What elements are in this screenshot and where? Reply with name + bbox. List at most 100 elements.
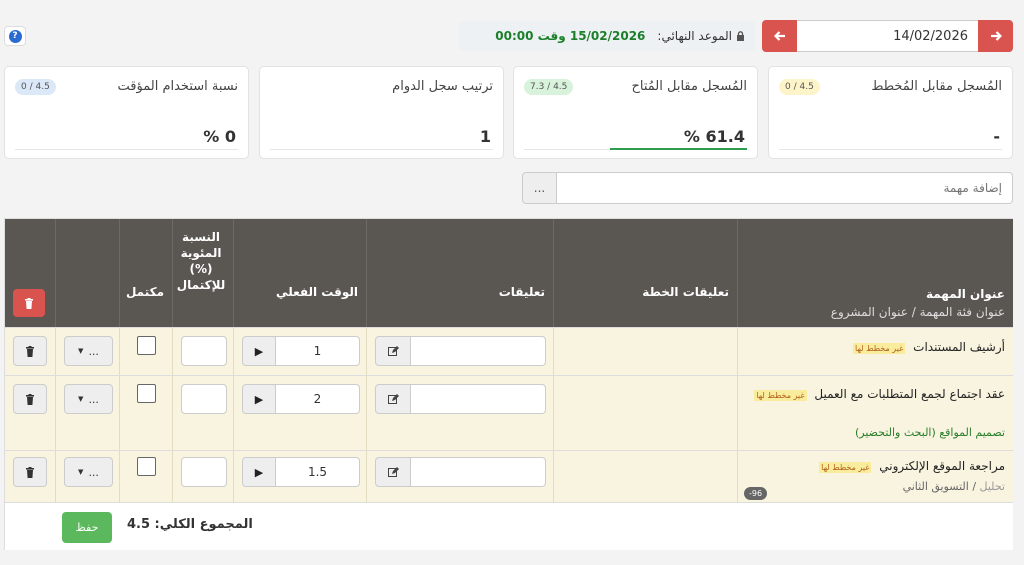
timer-field: ▶ 1.5 [242,457,360,487]
cell-task: أرشيف المستندات غير مخطط لها [737,328,1013,375]
table-row: أرشيف المستندات غير مخطط لها ▶ 1 ▼ ... [5,327,1013,375]
task-count-pill: -96 [744,487,768,500]
cell-percent [172,376,233,450]
arrow-right-icon [990,31,1002,41]
deadline-label: الموعد النهائي: [657,29,745,43]
add-task-input[interactable] [557,172,1013,204]
delete-row-button[interactable] [13,336,47,366]
dropdown-label: ... [88,392,99,406]
card-value: 0 % [203,127,236,146]
row-actions-dropdown[interactable]: ▼ ... [64,336,113,366]
deadline-label-text: الموعد النهائي: [657,29,732,43]
card-badge: 0 / 4.5 [15,79,56,95]
percent-input[interactable] [181,336,227,366]
caret-down-icon: ▼ [78,395,84,403]
row-actions-dropdown[interactable]: ▼ ... [64,384,113,414]
unplanned-tag: غير مخطط لها [754,390,807,401]
header-task-project: عنوان المشروع [830,305,908,319]
cell-notes [366,376,553,450]
play-timer-button[interactable]: ▶ [242,384,276,414]
task-title: عقد اجتماع لجمع المتطلبات مع العميل غير … [749,384,1005,406]
table-header: عنوان المهمة عنوان فئة المهمة / عنوان ال… [5,219,1013,327]
card-divider [779,149,1002,150]
row-actions-dropdown[interactable]: ▼ ... [64,457,113,487]
percent-input[interactable] [181,457,227,487]
date-field[interactable]: 14/02/2026 [797,20,978,52]
trash-icon [26,345,34,357]
next-day-button[interactable] [978,20,1013,52]
add-task-more-button[interactable]: ... [522,172,557,204]
cell-actual-time: ▶ 2 [233,376,366,450]
add-task-bar: ... [522,172,1013,204]
edit-note-button[interactable] [375,384,411,414]
card-value: 1 [479,127,491,146]
cell-actions: ▼ ... [55,451,119,502]
edit-icon [387,466,399,477]
done-checkbox[interactable] [137,457,156,476]
dropdown-label: ... [88,344,99,358]
task-project: التسويق الثاني [902,480,969,493]
deadline-banner: الموعد النهائي: 15/02/2026 وقت 00:00 [459,21,755,51]
cell-notes [366,328,553,375]
done-checkbox[interactable] [137,336,156,355]
card-title: نسبة استخدام المؤقت [117,79,238,94]
task-category: تصميم المواقع (البحث والتحضير) [855,426,1005,439]
header-task-title: عنوان المهمة [925,287,1005,301]
cell-notes [366,451,553,502]
edit-icon [387,393,399,404]
header-delete [5,219,55,327]
done-checkbox[interactable] [137,384,156,403]
cell-done [119,376,172,450]
header-percent-label: النسبة المئوية (%) للإكتمال [176,230,226,292]
timer-field: ▶ 2 [242,384,360,414]
table-footer: المجموع الكلي: 4.5 حفظ [5,502,1013,550]
notes-input[interactable] [411,336,546,366]
time-input[interactable]: 2 [276,384,360,414]
total-hours: المجموع الكلي: 4.5 [127,517,253,532]
date-navigator: 14/02/2026 [762,20,1013,52]
deadline-value: 15/02/2026 وقت 00:00 [495,29,646,43]
card-title: ترتيب سجل الدوام [392,79,493,94]
help-button[interactable]: ? [4,26,26,46]
time-input[interactable]: 1 [276,336,360,366]
header-actions [55,219,119,327]
header-plan-notes: تعليقات الخطة [553,219,737,327]
play-timer-button[interactable]: ▶ [242,457,276,487]
unplanned-tag: غير مخطط لها [853,343,906,354]
delete-row-button[interactable] [13,457,47,487]
delete-all-button[interactable] [13,289,45,317]
lock-icon [737,31,744,41]
header-actual-time-label: الوقت الفعلي [276,285,358,299]
unplanned-tag: غير مخطط لها [819,462,872,473]
card-badge: 0 / 4.5 [779,79,820,95]
cell-done [119,328,172,375]
table-row: مراجعة الموقع الإلكتروني غير مخطط لها تح… [5,450,1013,502]
time-input[interactable]: 1.5 [276,457,360,487]
save-button[interactable]: حفظ [62,512,112,543]
percent-input[interactable] [181,384,227,414]
notes-input[interactable] [411,384,546,414]
prev-day-button[interactable] [762,20,797,52]
card-divider [270,149,493,150]
tasks-table: عنوان المهمة عنوان فئة المهمة / عنوان ال… [4,218,1013,550]
play-icon: ▶ [254,344,264,358]
play-icon: ▶ [254,392,264,406]
header-done-label: مكتمل [125,285,164,299]
cell-delete [5,328,55,375]
caret-down-icon: ▼ [78,468,84,476]
header-done: مكتمل [119,219,172,327]
notes-field [375,336,546,366]
task-category: تحليل [979,480,1005,493]
notes-input[interactable] [411,457,546,487]
cell-task: عقد اجتماع لجمع المتطلبات مع العميل غير … [737,376,1013,450]
cell-actions: ▼ ... [55,376,119,450]
cell-plan-notes [553,451,737,502]
header-actual-time: الوقت الفعلي [233,219,366,327]
edit-note-button[interactable] [375,457,411,487]
task-title: مراجعة الموقع الإلكتروني غير مخطط لها [819,459,1005,473]
delete-row-button[interactable] [13,384,47,414]
edit-note-button[interactable] [375,336,411,366]
play-timer-button[interactable]: ▶ [242,336,276,366]
cell-done [119,451,172,502]
card-title: المُسجل مقابل المُتاح [631,79,747,94]
